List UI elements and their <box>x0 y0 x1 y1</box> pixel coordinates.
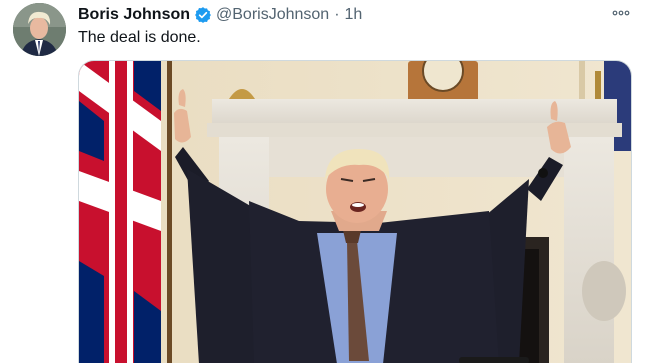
avatar-image <box>13 3 66 56</box>
tweet[interactable]: Boris Johnson @BorisJohnson · 1h The dea… <box>0 0 646 363</box>
photo-image <box>79 61 631 363</box>
more-options-icon[interactable] <box>608 4 634 22</box>
avatar[interactable] <box>13 3 66 56</box>
separator-dot: · <box>334 6 340 23</box>
tweet-text: The deal is done. <box>78 29 201 46</box>
display-name[interactable]: Boris Johnson <box>78 6 190 24</box>
timestamp[interactable]: 1h <box>345 6 363 24</box>
tweet-header: Boris Johnson @BorisJohnson · 1h <box>78 5 362 25</box>
handle[interactable]: @BorisJohnson <box>216 6 329 24</box>
verified-badge-icon <box>194 6 212 24</box>
tweet-photo[interactable] <box>78 60 632 363</box>
